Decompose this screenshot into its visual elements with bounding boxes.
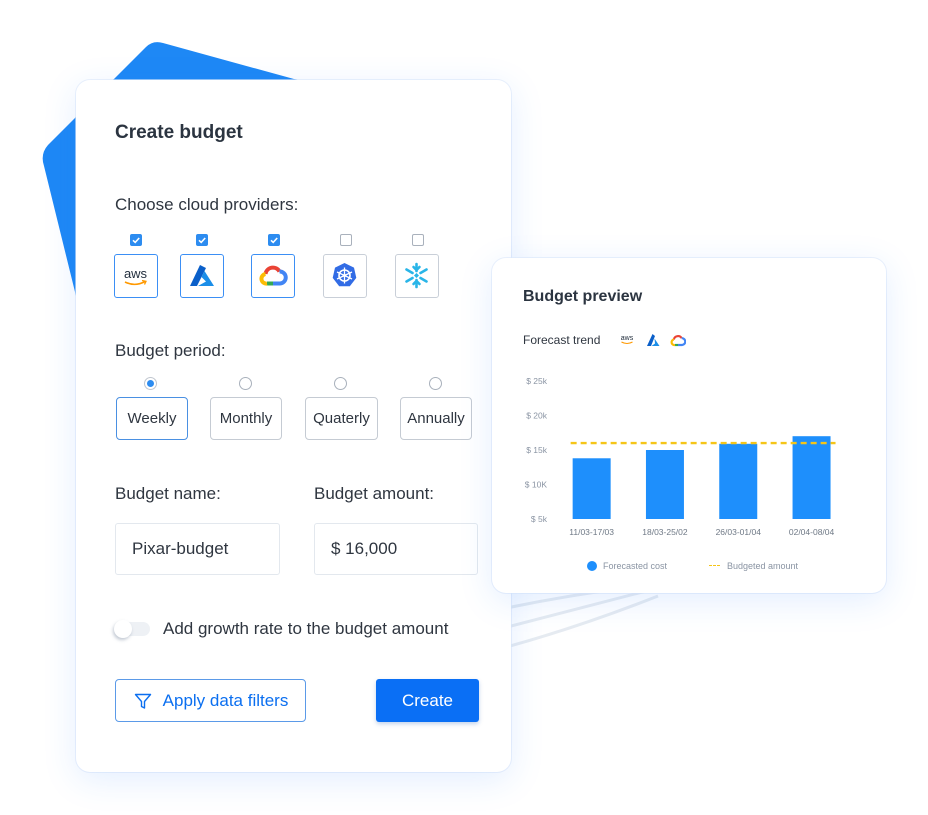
aws-icon: aws xyxy=(621,335,634,345)
create-budget-card: Create budget Choose cloud providers: aw… xyxy=(76,80,511,772)
provider-tile-aws[interactable]: aws xyxy=(114,254,158,298)
provider-tile-snowflake[interactable] xyxy=(395,254,439,298)
forecast-bar xyxy=(572,458,611,519)
azure-icon xyxy=(647,334,660,346)
forecast-bar xyxy=(719,443,758,519)
period-radio-annually[interactable] xyxy=(429,377,442,390)
check-icon xyxy=(270,237,278,244)
growth-rate-toggle[interactable] xyxy=(114,620,150,638)
svg-text:aws: aws xyxy=(621,335,634,342)
provider-checkbox-kubernetes[interactable] xyxy=(340,234,352,246)
period-option-annually[interactable]: Annually xyxy=(400,397,472,440)
provider-tile-azure[interactable] xyxy=(180,254,224,298)
filter-icon xyxy=(134,693,151,709)
forecast-chart: $ 5k $ 10K $ 15k $ 20k $ 25k 11/03-17/03 18/03… xyxy=(525,376,836,537)
forecast-bar xyxy=(792,436,831,519)
forecast-bar xyxy=(645,450,684,519)
x-tick-label: 18/03-25/02 xyxy=(642,527,688,537)
y-tick-label: $ 5k xyxy=(531,514,548,524)
period-radio-monthly[interactable] xyxy=(239,377,252,390)
provider-checkbox-google-cloud[interactable] xyxy=(268,234,280,246)
provider-checkbox-aws[interactable] xyxy=(130,234,142,246)
svg-text:aws: aws xyxy=(124,266,148,281)
period-option-quarterly[interactable]: Quaterly xyxy=(305,397,378,440)
budget-amount-input[interactable] xyxy=(314,523,478,575)
toggle-knob xyxy=(114,620,132,638)
budget-period-label: Budget period: xyxy=(115,341,226,360)
provider-tile-google-cloud[interactable] xyxy=(251,254,295,298)
period-option-monthly[interactable]: Monthly xyxy=(210,397,282,440)
budget-preview-card: Budget preview Forecast trend aws $ 5k $ … xyxy=(492,258,886,593)
create-budget-title: Create budget xyxy=(115,122,243,143)
google-cloud-icon xyxy=(259,265,288,286)
legend-budgeted-amount-swatch xyxy=(709,565,720,566)
growth-rate-label: Add growth rate to the budget amount xyxy=(163,619,449,638)
y-tick-label: $ 25k xyxy=(526,376,548,386)
period-radio-weekly[interactable] xyxy=(144,377,157,390)
cloud-providers-label: Choose cloud providers: xyxy=(115,195,299,214)
snowflake-icon xyxy=(405,262,428,289)
legend-forecasted-cost-label: Forecasted cost xyxy=(603,561,668,571)
aws-icon: aws xyxy=(124,266,148,286)
provider-tile-kubernetes[interactable] xyxy=(323,254,367,298)
kubernetes-icon xyxy=(332,263,357,287)
forecast-trend-label: Forecast trend xyxy=(523,333,601,347)
y-tick-label: $ 10K xyxy=(525,480,548,490)
provider-checkbox-snowflake[interactable] xyxy=(412,234,424,246)
y-tick-label: $ 20k xyxy=(526,411,548,421)
provider-checkbox-azure[interactable] xyxy=(196,234,208,246)
y-tick-label: $ 15k xyxy=(526,445,548,455)
apply-data-filters-label: Apply data filters xyxy=(162,690,289,710)
create-button[interactable]: Create xyxy=(376,679,479,722)
budget-name-label: Budget name: xyxy=(115,484,221,503)
x-tick-label: 11/03-17/03 xyxy=(569,527,614,537)
x-tick-label: 26/03-01/04 xyxy=(716,527,762,537)
apply-data-filters-button[interactable]: Apply data filters xyxy=(115,679,306,722)
check-icon xyxy=(132,237,140,244)
azure-icon xyxy=(190,265,214,286)
google-cloud-icon xyxy=(670,335,686,347)
x-tick-label: 02/04-08/04 xyxy=(789,527,835,537)
legend-forecasted-cost-swatch xyxy=(587,561,597,571)
legend-budgeted-amount-label: Budgeted amount xyxy=(727,561,799,571)
period-radio-quarterly[interactable] xyxy=(334,377,347,390)
budget-amount-label: Budget amount: xyxy=(314,484,435,503)
budget-name-input[interactable] xyxy=(115,523,280,575)
period-option-weekly[interactable]: Weekly xyxy=(116,397,188,440)
budget-preview-title: Budget preview xyxy=(523,288,643,305)
check-icon xyxy=(198,237,206,244)
decorative-arcs xyxy=(487,584,659,654)
